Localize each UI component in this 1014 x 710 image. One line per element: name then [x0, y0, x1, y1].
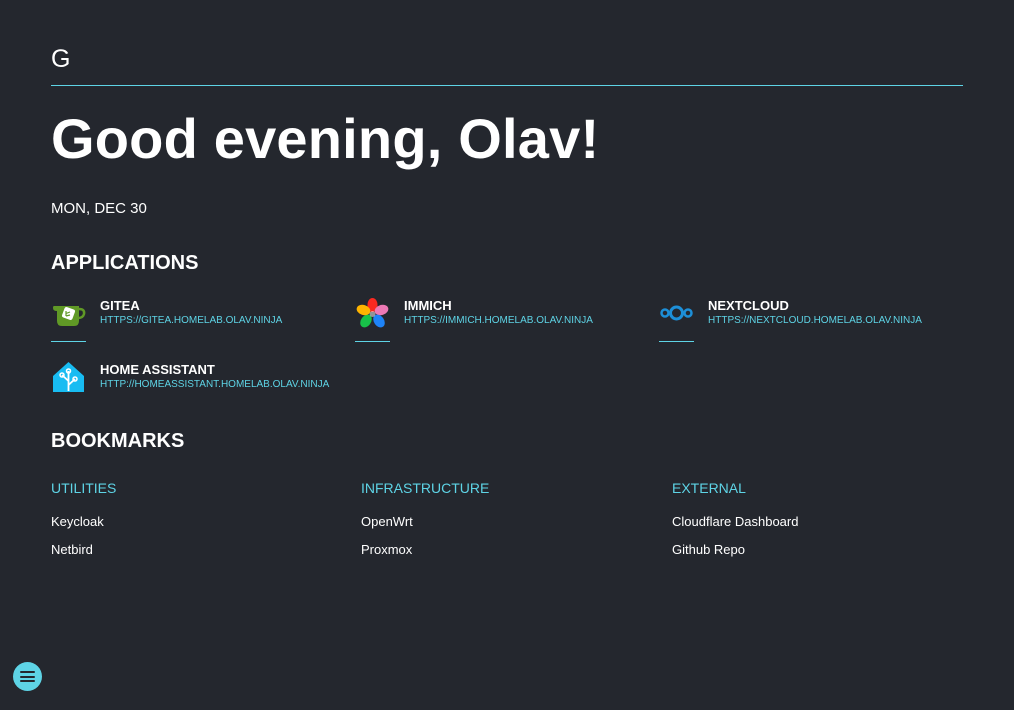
bookmark-group-infrastructure: INFRASTRUCTURE OpenWrt Proxmox	[361, 478, 651, 557]
app-name: IMMICH	[404, 298, 452, 313]
app-home-assistant[interactable]: HOME ASSISTANT HTTP://HOMEASSISTANT.HOME…	[51, 361, 351, 411]
app-immich[interactable]: IMMICH HTTPS://IMMICH.HOMELAB.OLAV.NINJA	[355, 297, 655, 347]
app-gitea[interactable]: GITEA HTTPS://GITEA.HOMELAB.OLAV.NINJA	[51, 297, 351, 347]
bookmark-category: INFRASTRUCTURE	[361, 480, 490, 496]
bookmark-group-utilities: UTILITIES Keycloak Netbird	[51, 478, 341, 557]
header-bar: G	[51, 44, 963, 86]
bookmark-link[interactable]: Cloudflare Dashboard	[672, 514, 798, 530]
app-url[interactable]: HTTP://HOMEASSISTANT.HOMELAB.OLAV.NINJA	[100, 379, 329, 391]
logo: G	[51, 45, 71, 73]
app-name: NEXTCLOUD	[708, 298, 789, 313]
bookmark-group-external: EXTERNAL Cloudflare Dashboard Github Rep…	[672, 478, 962, 557]
app-url[interactable]: HTTPS://IMMICH.HOMELAB.OLAV.NINJA	[404, 315, 593, 327]
greeting-heading: Good evening, Olav!	[51, 107, 600, 170]
home-assistant-icon	[51, 361, 86, 395]
nextcloud-icon	[659, 297, 694, 331]
app-underline	[659, 341, 694, 342]
bookmarks-heading: BOOKMARKS	[51, 430, 185, 452]
app-url[interactable]: HTTPS://NEXTCLOUD.HOMELAB.OLAV.NINJA	[708, 315, 922, 327]
bookmark-link[interactable]: Proxmox	[361, 542, 412, 558]
bookmark-link[interactable]: Github Repo	[672, 542, 745, 558]
app-nextcloud[interactable]: NEXTCLOUD HTTPS://NEXTCLOUD.HOMELAB.OLAV…	[659, 297, 959, 347]
hamburger-menu-icon[interactable]	[13, 662, 42, 691]
bookmark-category: EXTERNAL	[672, 480, 746, 496]
immich-icon	[355, 297, 390, 331]
app-name: HOME ASSISTANT	[100, 362, 215, 377]
applications-heading: APPLICATIONS	[51, 252, 199, 274]
bookmark-link[interactable]: OpenWrt	[361, 514, 413, 530]
bookmark-link[interactable]: Netbird	[51, 542, 93, 558]
app-underline	[51, 341, 86, 342]
app-name: GITEA	[100, 298, 140, 313]
date-label: MON, DEC 30	[51, 200, 147, 217]
gitea-icon	[51, 297, 86, 331]
bookmark-link[interactable]: Keycloak	[51, 514, 104, 530]
app-underline	[355, 341, 390, 342]
app-url[interactable]: HTTPS://GITEA.HOMELAB.OLAV.NINJA	[100, 315, 282, 327]
bookmark-category: UTILITIES	[51, 480, 117, 496]
